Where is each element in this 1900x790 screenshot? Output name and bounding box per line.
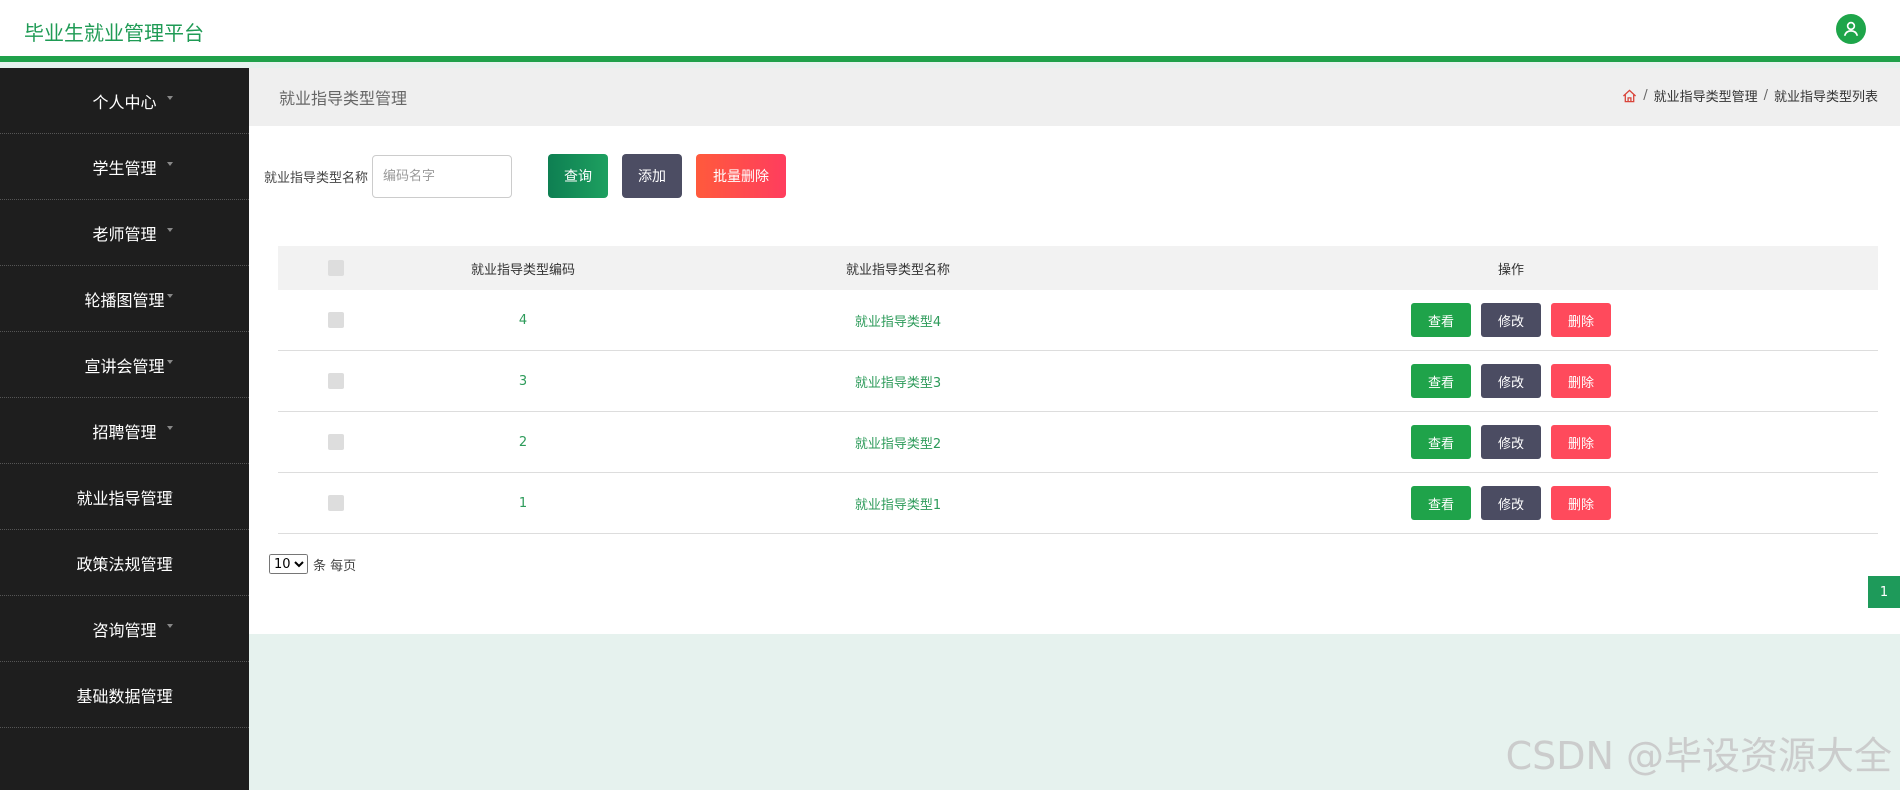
select-all-checkbox[interactable] <box>328 260 344 276</box>
table-row: 3 就业指导类型3 查看 修改 删除 <box>278 351 1878 412</box>
edit-button[interactable]: 修改 <box>1481 425 1541 459</box>
cell-code: 3 <box>518 373 528 389</box>
sidebar-item-policies[interactable]: 政策法规管理 <box>0 530 249 596</box>
table-row: 4 就业指导类型4 查看 修改 删除 <box>278 290 1878 351</box>
caret-down-icon <box>167 228 173 232</box>
sidebar-item-label: 个人中心 <box>92 92 157 112</box>
sidebar-item-label: 咨询管理 <box>92 620 157 640</box>
user-avatar[interactable] <box>1836 14 1866 44</box>
sidebar-item-label: 基础数据管理 <box>76 686 173 706</box>
delete-button[interactable]: 删除 <box>1551 303 1611 337</box>
sidebar-item-label: 政策法规管理 <box>76 554 173 574</box>
view-button[interactable]: 查看 <box>1411 303 1471 337</box>
data-table: 就业指导类型编码 就业指导类型名称 操作 4 就业指导类型4 查看 修改 删除 … <box>278 246 1878 534</box>
cell-name: 就业指导类型1 <box>854 497 942 513</box>
per-page-label: 条 每页 <box>313 558 357 574</box>
cell-code: 2 <box>518 434 528 450</box>
table-row: 1 就业指导类型1 查看 修改 删除 <box>278 473 1878 534</box>
column-header-name: 就业指导类型名称 <box>845 262 950 278</box>
edit-button[interactable]: 修改 <box>1481 486 1541 520</box>
sidebar-item-base-data[interactable]: 基础数据管理 <box>0 662 249 728</box>
sidebar-item-label: 招聘管理 <box>92 422 157 442</box>
sidebar-item-profile[interactable]: 个人中心 <box>0 68 249 134</box>
sidebar-item-label: 学生管理 <box>92 158 157 178</box>
app-title: 毕业生就业管理平台 <box>24 21 204 45</box>
top-header: 毕业生就业管理平台 <box>0 0 1900 62</box>
table-header: 就业指导类型编码 就业指导类型名称 操作 <box>278 246 1878 290</box>
page-size-control: 10 条 每页 <box>269 554 356 574</box>
caret-down-icon <box>167 492 173 496</box>
breadcrumb-separator: / <box>1643 88 1648 103</box>
caret-down-icon <box>167 96 173 100</box>
edit-button[interactable]: 修改 <box>1481 364 1541 398</box>
delete-button[interactable]: 删除 <box>1551 364 1611 398</box>
cell-name: 就业指导类型3 <box>854 375 942 391</box>
sidebar-item-label: 就业指导管理 <box>76 488 173 508</box>
page-title: 就业指导类型管理 <box>279 89 408 108</box>
view-button[interactable]: 查看 <box>1411 425 1471 459</box>
search-bar: 就业指导类型名称 查询 添加 批量删除 <box>264 154 787 198</box>
sidebar-item-label: 老师管理 <box>92 224 157 244</box>
sidebar: 个人中心 学生管理 老师管理 轮播图管理 宣讲会管理 招聘管理 就业指导管理 政… <box>0 68 249 790</box>
breadcrumb-separator: / <box>1763 88 1768 103</box>
caret-down-icon <box>167 294 173 298</box>
search-label: 就业指导类型名称 <box>264 170 369 186</box>
cell-name: 就业指导类型2 <box>854 436 942 452</box>
cell-code: 1 <box>518 495 528 511</box>
caret-down-icon <box>167 360 173 364</box>
view-button[interactable]: 查看 <box>1411 364 1471 398</box>
delete-button[interactable]: 删除 <box>1551 425 1611 459</box>
delete-button[interactable]: 删除 <box>1551 486 1611 520</box>
caret-down-icon <box>167 624 173 628</box>
sidebar-item-teachers[interactable]: 老师管理 <box>0 200 249 266</box>
cell-name: 就业指导类型4 <box>854 314 942 330</box>
caret-down-icon <box>167 162 173 166</box>
sidebar-item-guidance[interactable]: 就业指导管理 <box>0 464 249 530</box>
batch-delete-button[interactable]: 批量删除 <box>696 154 787 198</box>
caret-down-icon <box>167 558 173 562</box>
breadcrumb-item[interactable]: 就业指导类型管理 <box>1654 86 1758 105</box>
row-checkbox[interactable] <box>328 495 344 511</box>
sidebar-item-students[interactable]: 学生管理 <box>0 134 249 200</box>
sidebar-item-seminars[interactable]: 宣讲会管理 <box>0 332 249 398</box>
watermark: CSDN @毕设资源大全 <box>1505 734 1892 778</box>
row-checkbox[interactable] <box>328 312 344 328</box>
sidebar-item-consulting[interactable]: 咨询管理 <box>0 596 249 662</box>
breadcrumb-item: 就业指导类型列表 <box>1773 90 1878 105</box>
table-row: 2 就业指导类型2 查看 修改 删除 <box>278 412 1878 473</box>
page-size-select[interactable]: 10 <box>269 554 308 574</box>
user-icon <box>1843 21 1859 37</box>
caret-down-icon <box>167 426 173 430</box>
row-checkbox[interactable] <box>328 434 344 450</box>
edit-button[interactable]: 修改 <box>1481 303 1541 337</box>
add-button[interactable]: 添加 <box>622 154 683 198</box>
breadcrumb: / 就业指导类型管理 / 就业指导类型列表 <box>1622 86 1878 105</box>
column-header-ops: 操作 <box>1497 262 1524 278</box>
page-header: 就业指导类型管理 / 就业指导类型管理 / 就业指导类型列表 <box>249 68 1900 126</box>
sidebar-item-recruitment[interactable]: 招聘管理 <box>0 398 249 464</box>
view-button[interactable]: 查看 <box>1411 486 1471 520</box>
query-button[interactable]: 查询 <box>548 154 609 198</box>
sidebar-item-carousel[interactable]: 轮播图管理 <box>0 266 249 332</box>
cell-code: 4 <box>518 312 528 328</box>
caret-down-icon <box>167 690 173 694</box>
search-input[interactable] <box>372 154 513 198</box>
sidebar-item-label: 轮播图管理 <box>84 290 165 310</box>
row-checkbox[interactable] <box>328 373 344 389</box>
page-number-button[interactable]: 1 <box>1868 576 1900 608</box>
main-content: 就业指导类型管理 / 就业指导类型管理 / 就业指导类型列表 就业指导类型名称 … <box>249 68 1900 634</box>
sidebar-item-label: 宣讲会管理 <box>84 356 165 376</box>
column-header-code: 就业指导类型编码 <box>470 262 575 278</box>
home-icon[interactable] <box>1622 89 1637 103</box>
